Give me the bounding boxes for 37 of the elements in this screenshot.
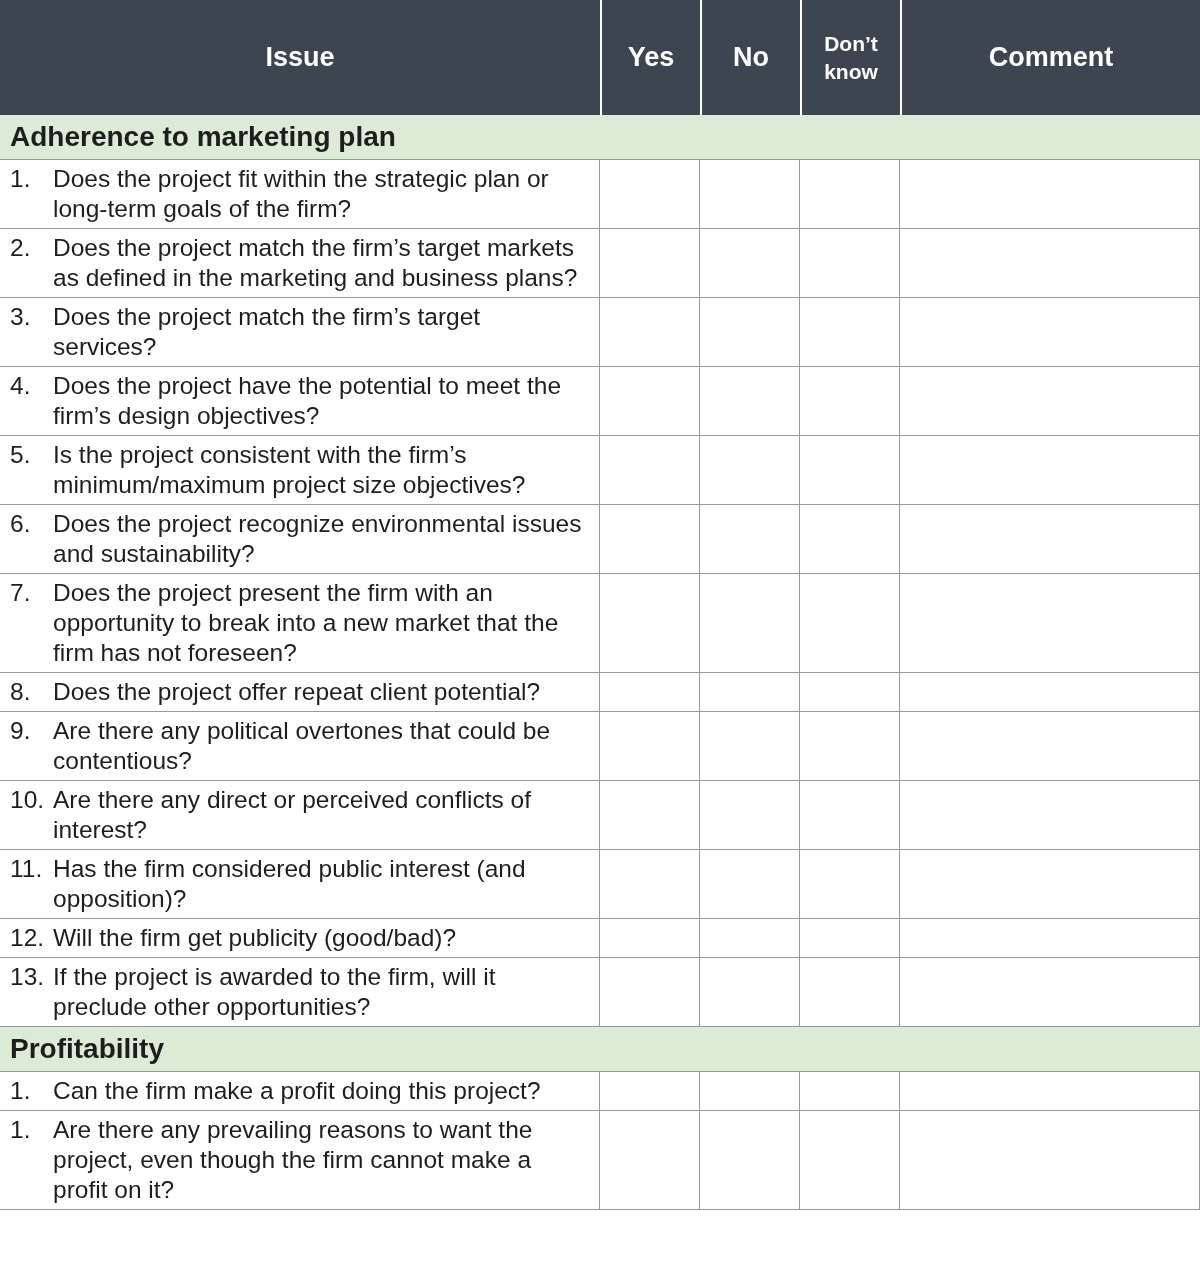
section-heading: Adherence to marketing plan xyxy=(0,115,1200,160)
question-text: If the project is awarded to the firm, will it preclude other opportunities? xyxy=(53,962,497,1022)
question-text: Does the project fit within the strategic plan or long-term goals of the firm? xyxy=(53,164,550,224)
question-text: Can the firm make a profit doing this project? xyxy=(53,1076,542,1106)
question-number: 11. xyxy=(10,854,44,884)
column-header: Comment xyxy=(900,0,1200,115)
question-number: 10. xyxy=(10,785,46,815)
column-header: Issue xyxy=(0,0,600,115)
question-text: Does the project offer repeat client potential? xyxy=(53,677,542,707)
question-text: Does the project present the firm with an opportunity to break into a new market that the firm has not foreseen? xyxy=(53,578,560,668)
question-number: 7. xyxy=(10,578,32,608)
question-number: 8. xyxy=(10,677,32,707)
question-text: Has the firm considered public interest (and opposition)? xyxy=(53,854,527,914)
question-text: Are there any prevailing reasons to want the project, even though the firm cannot make a profit on it? xyxy=(53,1115,534,1205)
question-number: 2. xyxy=(10,233,32,263)
question-text: Will the firm get publicity (good/bad)? xyxy=(53,923,458,953)
column-header: No xyxy=(700,0,800,115)
question-text: Does the project have the potential to meet the firm’s design objectives? xyxy=(53,371,563,431)
question-text: Are there any direct or perceived conflicts of interest? xyxy=(53,785,532,845)
question-number: 4. xyxy=(10,371,32,401)
question-number: 12. xyxy=(10,923,46,953)
question-number: 1. xyxy=(10,164,32,194)
question-text: Is the project consistent with the firm’s minimum/maximum project size objectives? xyxy=(53,440,527,500)
section-heading: Profitability xyxy=(0,1027,1200,1072)
question-text: Are there any political overtones that could be contentious? xyxy=(53,716,552,776)
question-number: 1. xyxy=(10,1076,32,1106)
column-header: Yes xyxy=(600,0,700,115)
question-number: 9. xyxy=(10,716,32,746)
question-text: Does the project recognize environmental issues and sustainability? xyxy=(53,509,583,569)
question-text: Does the project match the firm’s target services? xyxy=(53,302,482,362)
question-number: 3. xyxy=(10,302,32,332)
question-number: 13. xyxy=(10,962,46,992)
question-number: 6. xyxy=(10,509,32,539)
question-number: 5. xyxy=(10,440,32,470)
question-text: Does the project match the firm’s target markets as defined in the marketing and business plans? xyxy=(53,233,579,293)
question-number: 1. xyxy=(10,1115,32,1145)
column-header: Don’t know xyxy=(800,0,900,115)
